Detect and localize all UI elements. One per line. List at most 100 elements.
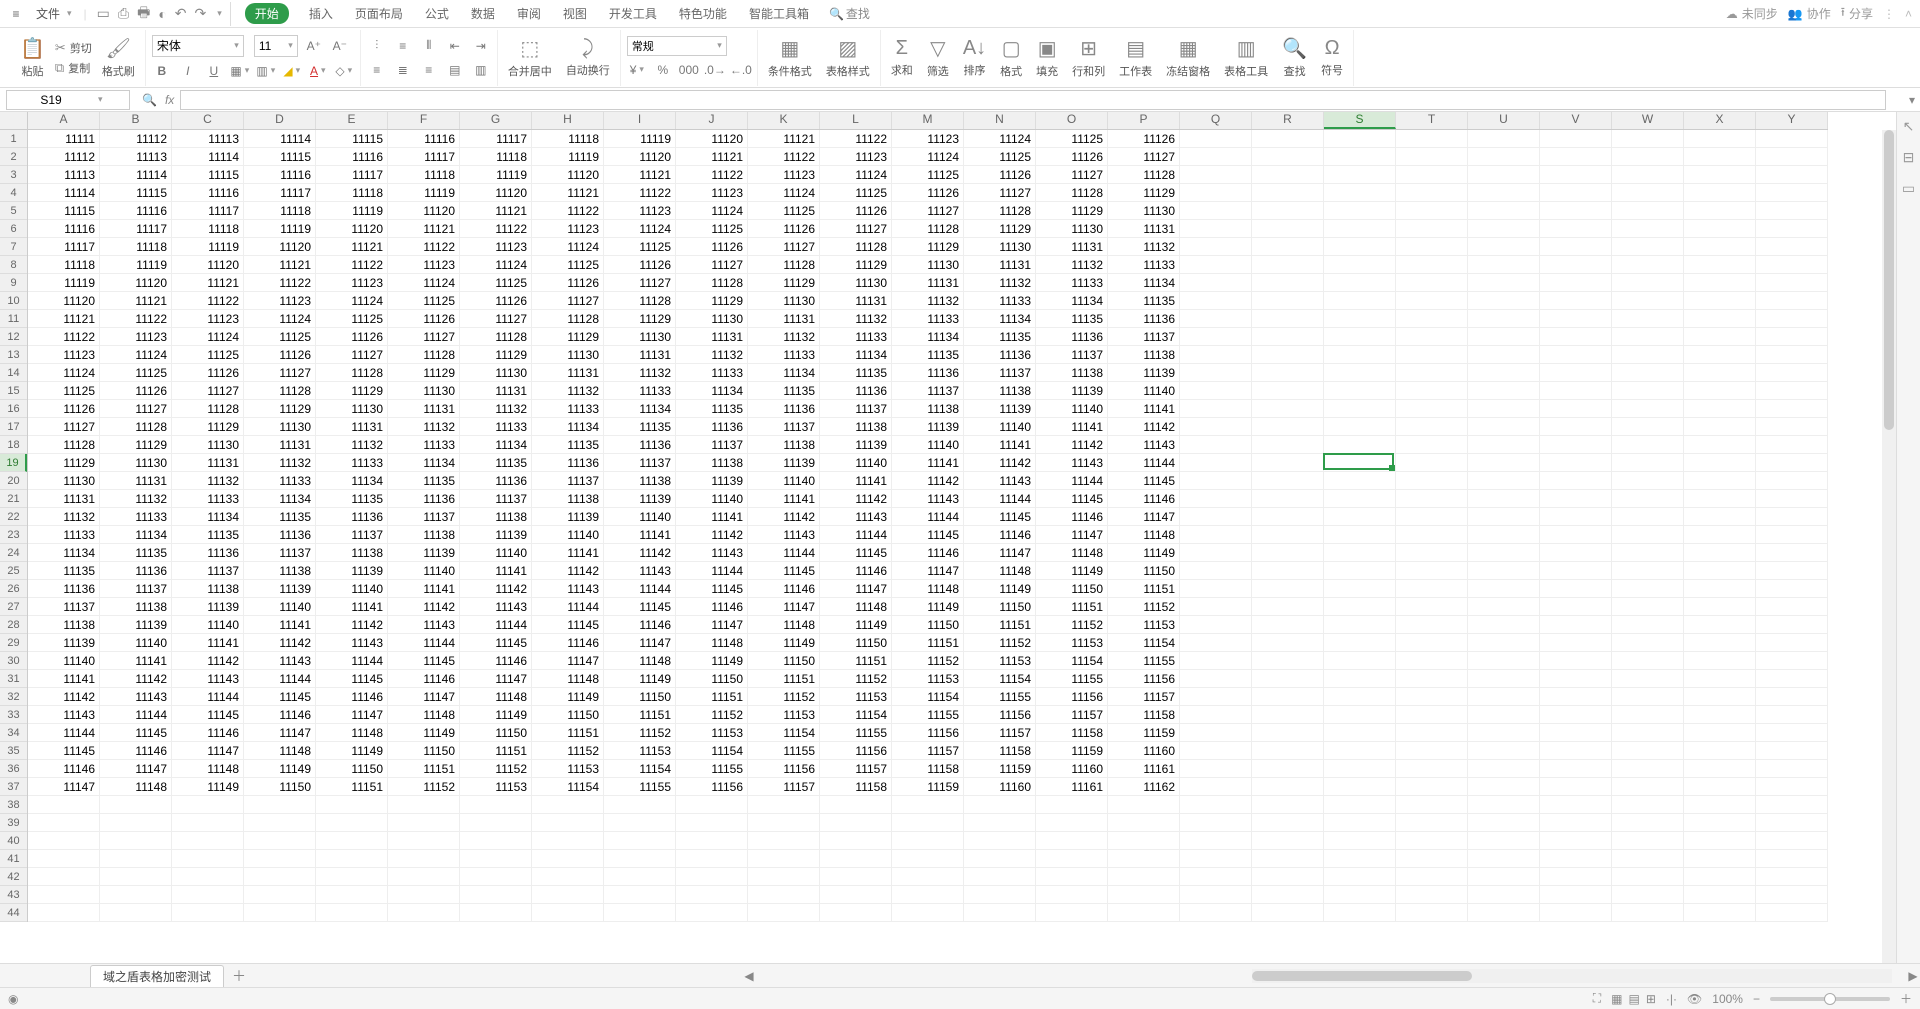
cell[interactable]: 11128: [820, 238, 892, 256]
cell[interactable]: 11117: [316, 166, 388, 184]
cell[interactable]: 11132: [244, 454, 316, 472]
cell[interactable]: 11157: [820, 760, 892, 778]
cell[interactable]: [1324, 634, 1396, 652]
cell[interactable]: 11127: [1108, 148, 1180, 166]
cell[interactable]: [1180, 166, 1252, 184]
column-header[interactable]: H: [532, 112, 604, 129]
cell[interactable]: [172, 868, 244, 886]
cell[interactable]: [676, 796, 748, 814]
cell[interactable]: [1756, 760, 1828, 778]
cell[interactable]: 11152: [1108, 598, 1180, 616]
cell[interactable]: 11139: [100, 616, 172, 634]
cell[interactable]: 11151: [676, 688, 748, 706]
cell[interactable]: 11140: [388, 562, 460, 580]
cell[interactable]: 11148: [820, 598, 892, 616]
align-bottom-icon[interactable]: ⫴: [419, 36, 439, 56]
cell[interactable]: [1468, 634, 1540, 652]
cell[interactable]: [1468, 436, 1540, 454]
cell[interactable]: [1252, 490, 1324, 508]
cell[interactable]: [1252, 868, 1324, 886]
cell[interactable]: [1468, 184, 1540, 202]
cell[interactable]: 11148: [1108, 526, 1180, 544]
cell[interactable]: [892, 832, 964, 850]
cell[interactable]: 11145: [100, 724, 172, 742]
cut-button[interactable]: ✂剪切: [55, 40, 92, 56]
cell[interactable]: 11146: [172, 724, 244, 742]
cell[interactable]: [388, 886, 460, 904]
cell[interactable]: 11124: [100, 346, 172, 364]
column-header[interactable]: K: [748, 112, 820, 129]
cell[interactable]: 11151: [1036, 598, 1108, 616]
cell[interactable]: [1756, 472, 1828, 490]
row-header[interactable]: 40: [0, 832, 27, 850]
cell[interactable]: 11112: [28, 148, 100, 166]
decrease-indent-icon[interactable]: ⇤: [445, 36, 465, 56]
cell[interactable]: [1756, 580, 1828, 598]
number-format-combo[interactable]: ▾: [627, 36, 727, 56]
cell[interactable]: [1540, 724, 1612, 742]
cell[interactable]: [172, 814, 244, 832]
record-macro-icon[interactable]: ◉: [8, 992, 18, 1006]
cell[interactable]: 11154: [820, 706, 892, 724]
select-all-corner[interactable]: [0, 112, 28, 130]
cell[interactable]: 11150: [1108, 562, 1180, 580]
cell[interactable]: [748, 850, 820, 868]
cell[interactable]: 11118: [172, 220, 244, 238]
cell[interactable]: 11144: [28, 724, 100, 742]
align-left-icon[interactable]: ≡: [367, 60, 387, 80]
cell[interactable]: [388, 850, 460, 868]
cell[interactable]: 11128: [604, 292, 676, 310]
cell[interactable]: [1756, 562, 1828, 580]
increase-font-icon[interactable]: A⁺: [304, 36, 324, 56]
decrease-decimal-icon[interactable]: ←.0: [731, 60, 751, 80]
cell[interactable]: 11139: [964, 400, 1036, 418]
cell[interactable]: 11129: [244, 400, 316, 418]
cell[interactable]: [1756, 688, 1828, 706]
cell[interactable]: 11145: [316, 670, 388, 688]
cell[interactable]: 11134: [172, 508, 244, 526]
cell[interactable]: 11121: [676, 148, 748, 166]
row-header[interactable]: 7: [0, 238, 27, 256]
cell[interactable]: [1756, 886, 1828, 904]
cell[interactable]: 11152: [532, 742, 604, 760]
cell[interactable]: [1396, 130, 1468, 148]
cell[interactable]: 11151: [964, 616, 1036, 634]
cell[interactable]: 11144: [244, 670, 316, 688]
row-header[interactable]: 6: [0, 220, 27, 238]
cell[interactable]: 11116: [244, 166, 316, 184]
cell[interactable]: [460, 850, 532, 868]
row-header[interactable]: 27: [0, 598, 27, 616]
cell[interactable]: 11144: [388, 634, 460, 652]
fill-button[interactable]: ▣填充: [1032, 36, 1062, 79]
cell[interactable]: [1612, 292, 1684, 310]
cell[interactable]: [1684, 238, 1756, 256]
cell[interactable]: 11144: [604, 580, 676, 598]
cell[interactable]: [1540, 760, 1612, 778]
cell[interactable]: [1756, 364, 1828, 382]
cell[interactable]: [1468, 778, 1540, 796]
cell[interactable]: 11120: [28, 292, 100, 310]
cell[interactable]: [1540, 400, 1612, 418]
cell[interactable]: [1252, 832, 1324, 850]
cell[interactable]: 11153: [820, 688, 892, 706]
cell[interactable]: [244, 850, 316, 868]
cell[interactable]: 11134: [316, 472, 388, 490]
cell[interactable]: [1540, 688, 1612, 706]
cell[interactable]: 11156: [820, 742, 892, 760]
collab-button[interactable]: 👥 协作: [1788, 5, 1831, 22]
cell[interactable]: 11129: [28, 454, 100, 472]
cell[interactable]: [1612, 490, 1684, 508]
cell[interactable]: 11127: [604, 274, 676, 292]
symbol-button[interactable]: Ω符号: [1317, 37, 1347, 78]
cell[interactable]: 11158: [892, 760, 964, 778]
column-header[interactable]: D: [244, 112, 316, 129]
row-header[interactable]: 20: [0, 472, 27, 490]
cell[interactable]: 11136: [892, 364, 964, 382]
cell[interactable]: 11141: [964, 436, 1036, 454]
cell[interactable]: [172, 886, 244, 904]
cell[interactable]: 11159: [892, 778, 964, 796]
cell[interactable]: [748, 796, 820, 814]
cell[interactable]: [1540, 526, 1612, 544]
cell[interactable]: [676, 832, 748, 850]
cell[interactable]: [1324, 742, 1396, 760]
